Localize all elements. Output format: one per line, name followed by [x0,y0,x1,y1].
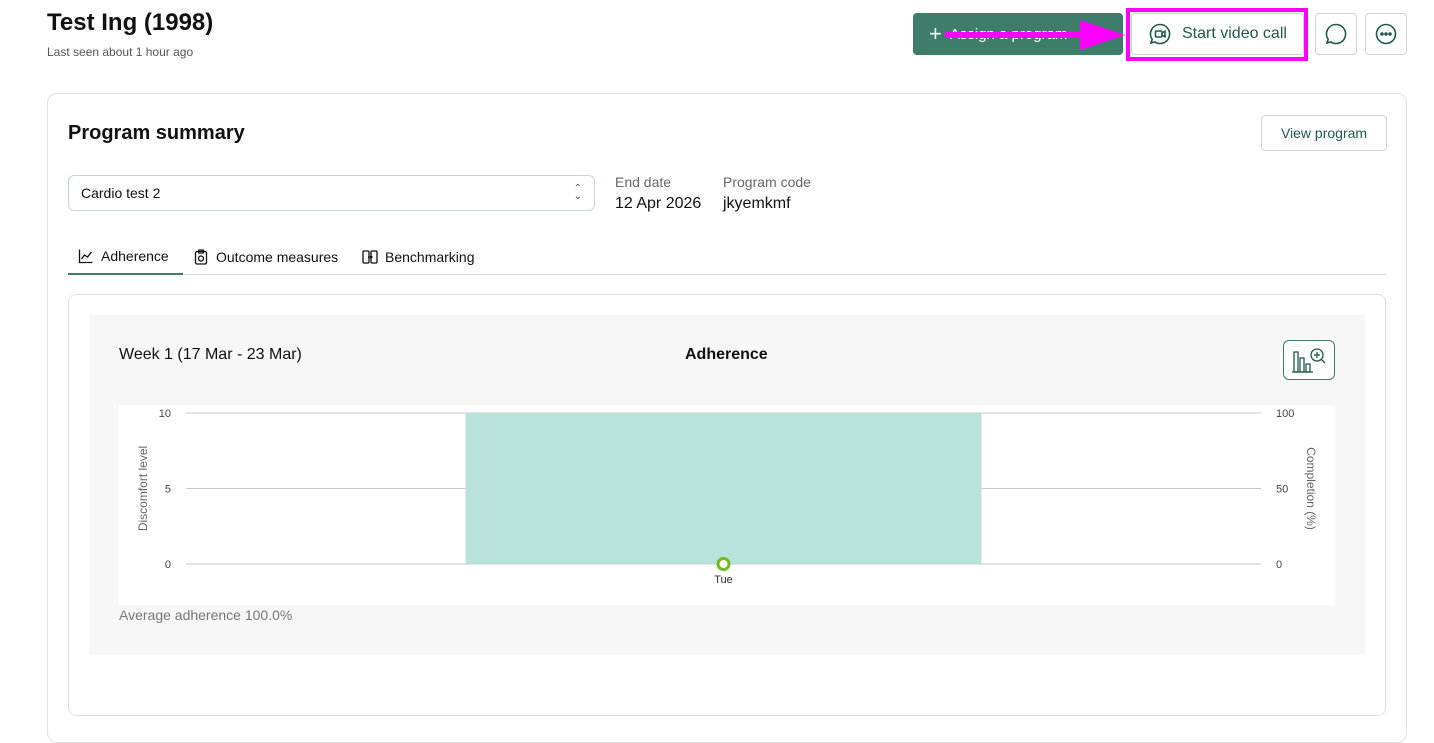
chat-bubble-icon [1325,23,1347,45]
tab-outcome-measures[interactable]: Outcome measures [183,239,348,275]
last-seen-text: Last seen about 1 hour ago [47,45,194,59]
program-select-value: Cardio test 2 [81,185,161,201]
assign-program-label: Assign a program [949,25,1068,43]
x-tick-label: Tue [714,574,733,586]
week-label: Week 1 (17 Mar - 23 Mar) [119,346,302,363]
program-select[interactable]: Cardio test 2 ⌃ ⌄ [68,175,595,211]
tab-benchmarking-label: Benchmarking [385,249,475,265]
y-axis-label-left: Discomfort level [136,446,150,531]
end-date-label: End date [615,174,672,190]
message-button[interactable] [1315,13,1357,55]
chart-panel: Week 1 (17 Mar - 23 Mar) Adherence 0 5 1… [89,315,1365,655]
y-tick-label-right: 50 [1276,484,1288,496]
view-program-button[interactable]: View program [1261,115,1387,151]
y-axis-label-right: Completion (%) [1304,447,1318,530]
line-chart-icon [78,249,93,264]
adherence-panel: Week 1 (17 Mar - 23 Mar) Adherence 0 5 1… [68,294,1386,716]
y-tick-label-left: 0 [165,559,171,571]
program-summary-card: Program summary View program Cardio test… [47,93,1407,743]
assign-program-button[interactable]: + Assign a program [913,13,1123,55]
tab-outcome-measures-label: Outcome measures [216,249,339,265]
chart-title: Adherence [685,346,768,363]
card-title: Program summary [68,122,245,144]
video-call-icon [1149,23,1171,45]
compare-icon [362,250,378,264]
completion-bar [465,413,982,564]
tab-benchmarking[interactable]: Benchmarking [352,239,485,275]
patient-name: Test Ing (1998) [47,9,214,36]
program-code-value: jkyemkmf [723,195,791,212]
tab-adherence-label: Adherence [101,248,169,264]
y-tick-label-left: 10 [159,408,171,420]
y-tick-label-left: 5 [165,484,171,496]
plus-icon: + [929,21,942,46]
y-tick-label-right: 100 [1276,408,1294,420]
average-adherence: Average adherence 100.0% [119,607,293,623]
chart-zoom-button[interactable] [1283,340,1335,380]
start-video-call-label: Start video call [1182,25,1287,42]
clipboard-icon [194,249,208,265]
end-date-value: 12 Apr 2026 [615,195,702,212]
more-options-button[interactable] [1365,13,1407,55]
adherence-chart: 0 5 10 0 50 100 Discomfort level Completion (%)… [119,405,1335,605]
adherence-chart-svg: 0510050100Discomfort level Completion (%)… [136,408,1318,586]
discomfort-point [716,557,731,571]
y-tick-label-right: 0 [1276,559,1282,571]
start-video-call-button[interactable]: Start video call [1131,13,1304,55]
tab-bar: Adherence Outcome measures Benchmarking [68,239,1386,275]
tab-adherence[interactable]: Adherence [68,239,183,275]
chevron-up-down-icon: ⌃ ⌄ [573,183,582,202]
more-icon [1375,23,1397,45]
chart-zoom-icon [1292,348,1326,373]
program-code-label: Program code [723,174,811,190]
